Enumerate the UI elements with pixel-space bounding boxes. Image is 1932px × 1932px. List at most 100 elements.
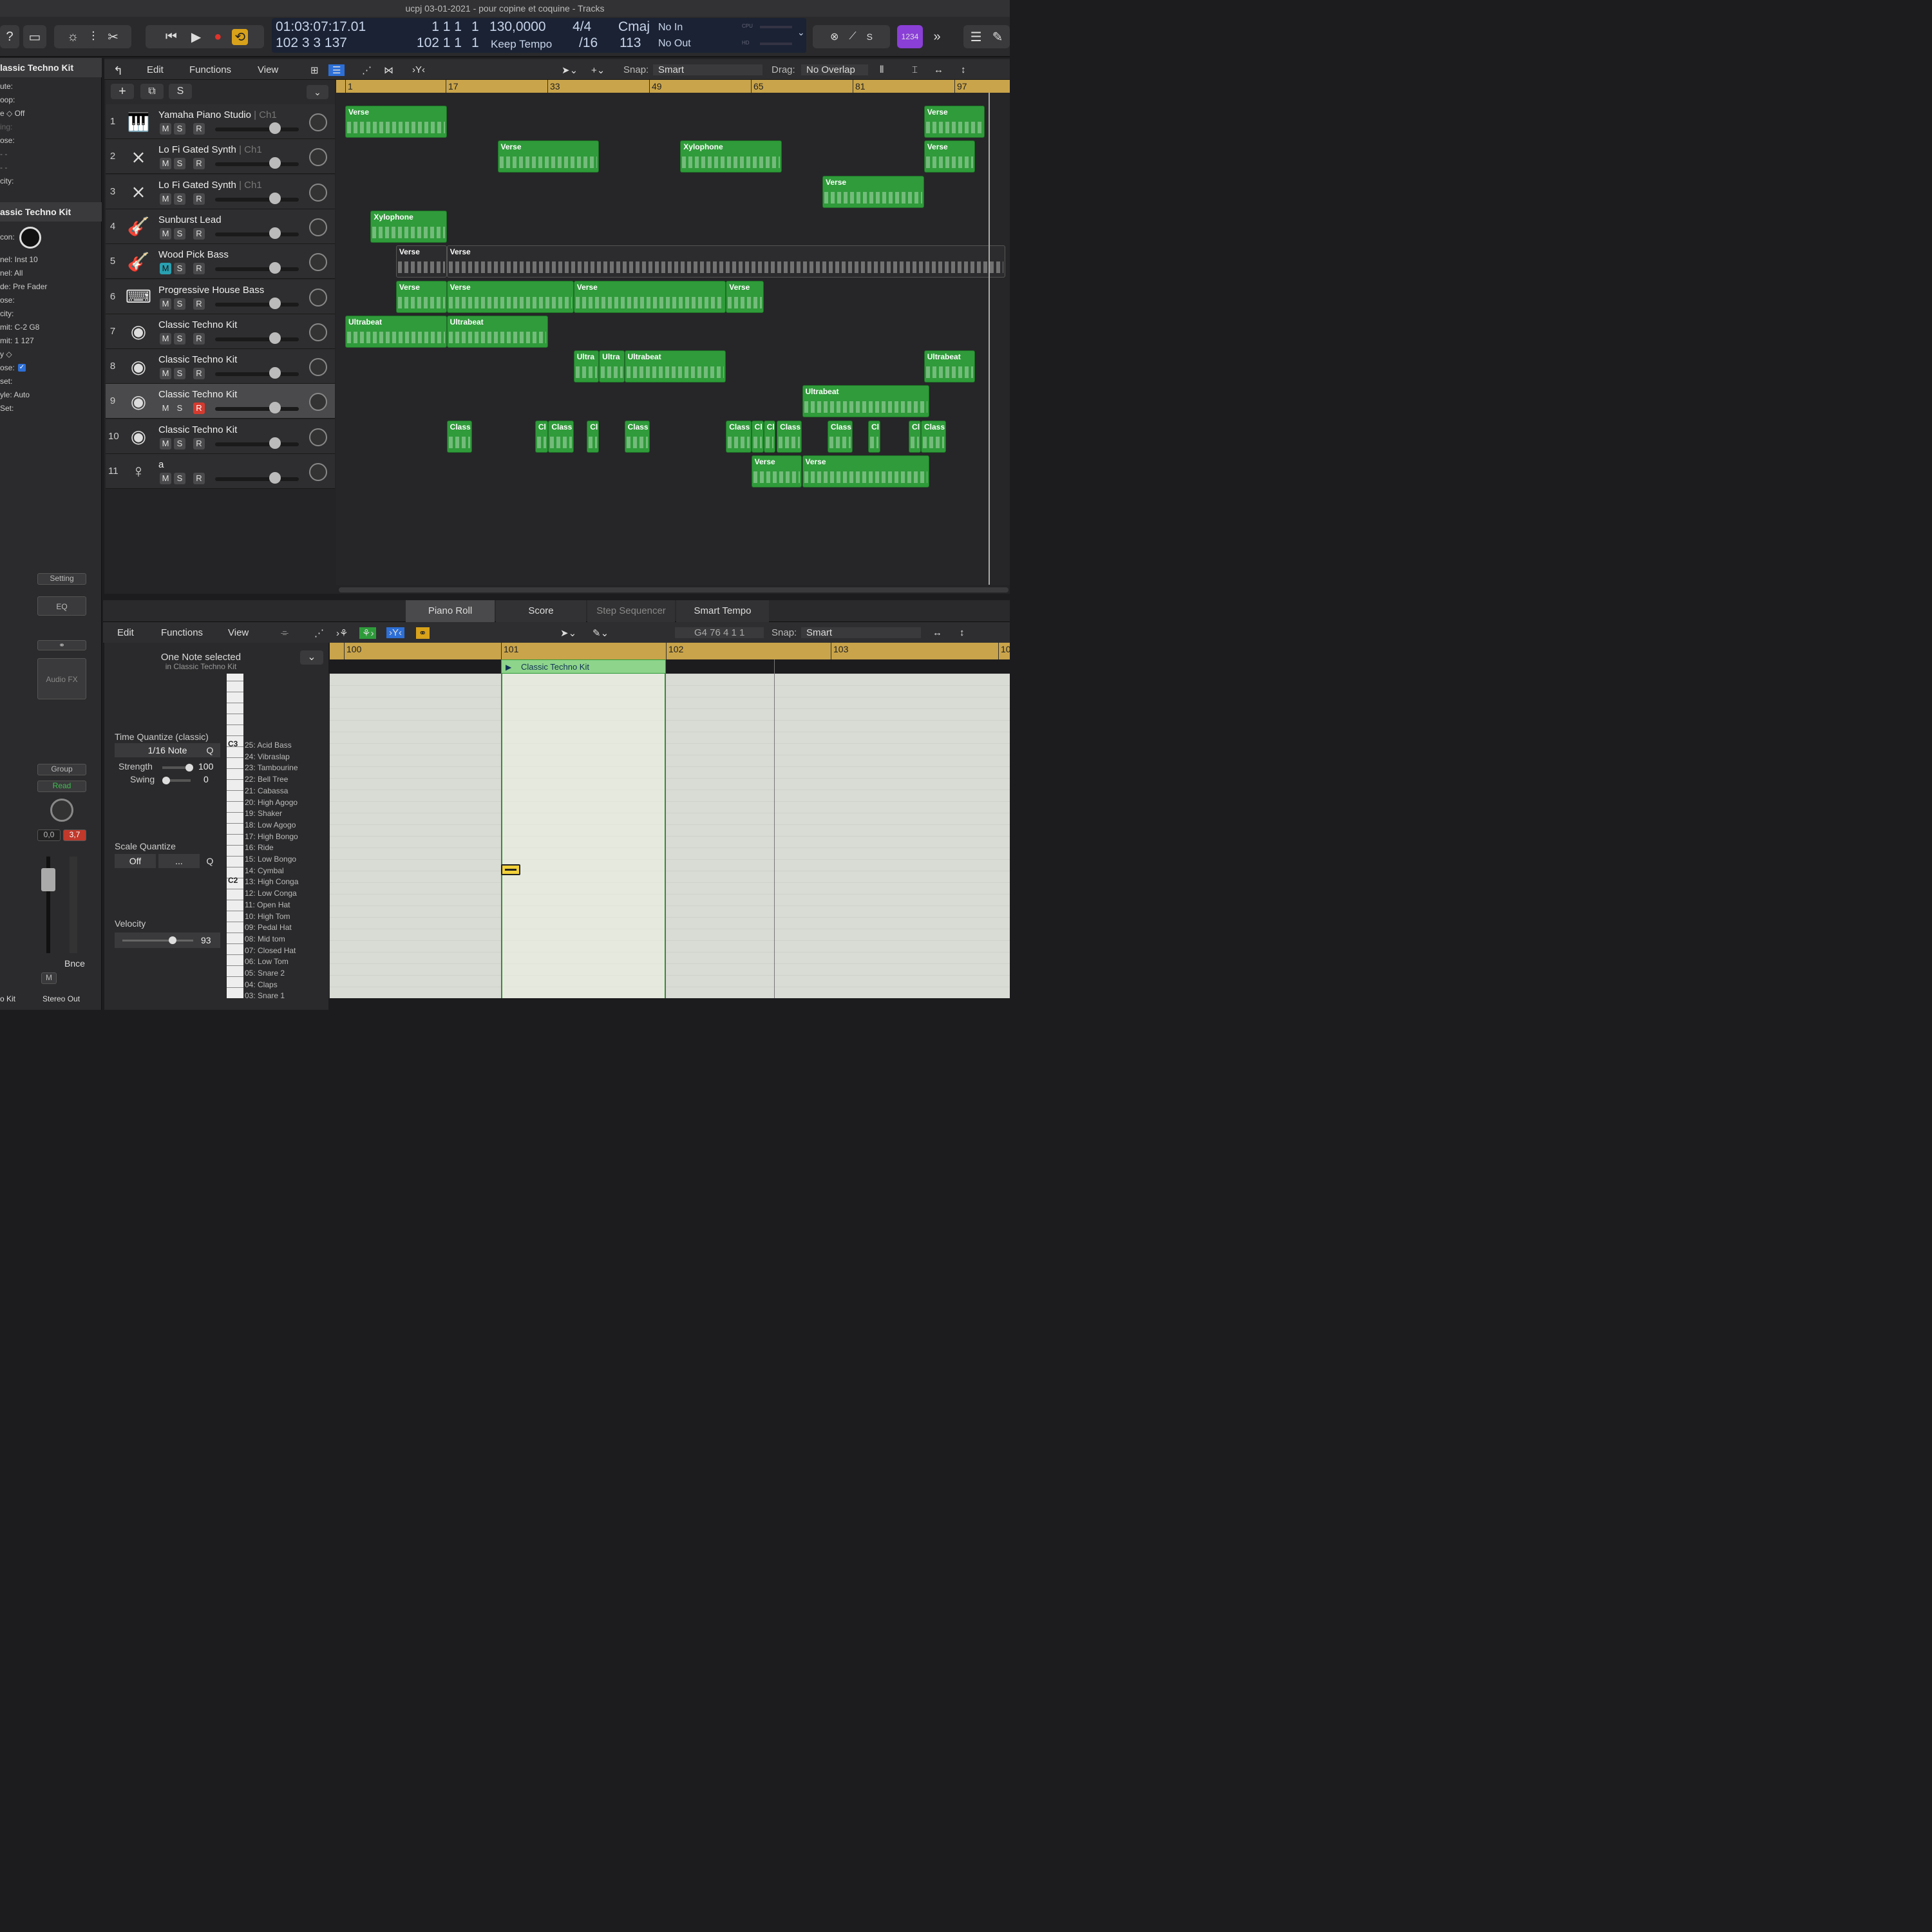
track-name[interactable]: Classic Techno Kit	[158, 389, 237, 400]
inspector-row-transpose[interactable]: ose:	[0, 134, 102, 147]
arrange-area[interactable]: Verse Verse Verse Xylophone Verse Verse Xyloph…	[336, 93, 1010, 585]
drum-machine-icon[interactable]: ◉	[126, 424, 151, 449]
mute-button[interactable]: M	[160, 437, 171, 450]
inspector-row-velocity2[interactable]: city:	[0, 307, 102, 320]
track-header-6[interactable]: 6 ⌨ Progressive House Bass M S R	[106, 279, 335, 314]
drum-name[interactable]: 21: Cabassa	[245, 786, 288, 795]
pan-knob[interactable]	[309, 218, 327, 236]
volume-slider-handle[interactable]	[269, 227, 281, 239]
inspector-row-mute[interactable]: ute:	[0, 80, 102, 93]
volume-slider[interactable]	[215, 302, 299, 307]
grid-view-icon[interactable]: ⊞	[310, 64, 319, 76]
region-class[interactable]: Class	[726, 420, 752, 453]
eq-button[interactable]: EQ	[37, 596, 86, 616]
volume-slider-handle[interactable]	[269, 122, 281, 134]
volume-slider-handle[interactable]	[269, 437, 281, 449]
add-track-icon[interactable]: +	[111, 84, 134, 99]
keyboard-stand-icon[interactable]: ⨯	[126, 144, 151, 169]
inspector-row-no-transpose[interactable]: ose:	[0, 361, 102, 374]
pr-vertical-zoom-icon[interactable]: ↕	[960, 627, 965, 638]
cycle-icon[interactable]: ⟲	[232, 28, 249, 45]
track-header-4[interactable]: 4 🎸 Sunburst Lead M S R	[106, 209, 335, 244]
drum-name[interactable]: 12: Low Conga	[245, 889, 297, 898]
pan-knob[interactable]	[309, 393, 327, 412]
track-name[interactable]: Lo Fi Gated Synth | Ch1	[158, 144, 262, 155]
track-header-8[interactable]: 8 ◉ Classic Techno Kit M S R	[106, 349, 335, 384]
volume-slider-handle[interactable]	[269, 297, 281, 309]
link-region-icon[interactable]: ⚭	[416, 627, 430, 639]
mute-button[interactable]: M	[160, 123, 171, 135]
mute-button[interactable]: M	[160, 473, 171, 484]
volume-slider-handle[interactable]	[269, 262, 281, 274]
marquee-tool-icon[interactable]: +⌄	[591, 64, 605, 76]
track-name[interactable]: Progressive House Bass	[158, 285, 264, 296]
region-class[interactable]: Class	[920, 420, 947, 453]
drum-name[interactable]: 11: Open Hat	[245, 900, 290, 909]
note-pad-icon[interactable]: ✎	[992, 29, 1003, 45]
track-name[interactable]: Yamaha Piano Studio | Ch1	[158, 109, 277, 120]
region-area[interactable]	[501, 674, 666, 998]
rewind-icon[interactable]: ⏮	[166, 30, 177, 44]
track-name[interactable]: Sunburst Lead	[158, 214, 222, 225]
region-xylophone[interactable]: Xylophone	[370, 210, 447, 243]
mute-button[interactable]: M	[41, 972, 57, 984]
solo-button[interactable]: S	[174, 158, 185, 170]
synth-icon[interactable]: ⌨	[126, 285, 151, 309]
region-ultrabeat[interactable]: Ultrabeat	[923, 350, 975, 383]
midi-out-icon[interactable]: ⚘›	[359, 627, 377, 639]
keyboard-keys[interactable]	[227, 674, 243, 998]
inspector-row-freeze-mode[interactable]: de: Pre Fader	[0, 280, 102, 293]
horizontal-scrollbar[interactable]	[339, 587, 1009, 592]
region-play-icon[interactable]: ▶	[506, 660, 511, 674]
drum-name[interactable]: 24: Vibraslap	[245, 752, 290, 761]
scale-quantize-q-button[interactable]: Q	[201, 854, 219, 868]
record-enable-button[interactable]: R	[193, 437, 205, 450]
drum-name[interactable]: 13: High Conga	[245, 877, 298, 886]
pan-knob[interactable]	[309, 113, 327, 131]
inspector-row-style[interactable]: yle: Auto	[0, 388, 102, 401]
region-ultrabeat[interactable]: Ultrabeat	[345, 315, 447, 348]
drum-name[interactable]: 14: Cymbal	[245, 866, 284, 875]
pan-knob[interactable]	[309, 428, 327, 446]
region-inspector-title[interactable]: lassic Techno Kit	[0, 58, 102, 77]
vertical-zoom-icon[interactable]: ↕	[961, 64, 966, 75]
solo-button[interactable]: S	[174, 298, 185, 310]
tab-score[interactable]: Score	[496, 600, 586, 622]
checkbox-checked-icon[interactable]: ✓	[18, 364, 26, 372]
drum-name[interactable]: 22: Bell Tree	[245, 775, 288, 784]
track-name[interactable]: Classic Techno Kit	[158, 354, 237, 365]
global-solo-icon[interactable]: S	[169, 84, 192, 99]
solo-button[interactable]: S	[174, 227, 185, 240]
record-enable-button[interactable]: R	[193, 263, 205, 275]
inbox-button[interactable]: ▭	[23, 25, 46, 48]
track-inspector-title[interactable]: assic Techno Kit	[0, 202, 102, 222]
inspector-row-quantize[interactable]: e ◇ Off	[0, 107, 102, 120]
track-header-2[interactable]: 2 ⨯ Lo Fi Gated Synth | Ch1 M S R	[106, 139, 335, 175]
drum-name[interactable]: 08: Mid tom	[245, 934, 285, 943]
group-button[interactable]: Group	[37, 764, 86, 775]
volume-slider[interactable]	[215, 337, 299, 341]
track-name[interactable]: a	[158, 459, 164, 470]
inspector-row-transpose2[interactable]: ose:	[0, 294, 102, 307]
lcd-display[interactable]: 01:03:07:17.01 102 3 3 137 1 1 1 1 102 1…	[272, 18, 806, 53]
pan-knob[interactable]	[309, 463, 327, 481]
list-view-icon[interactable]: ☰	[328, 64, 345, 76]
region-cl[interactable]: Cl	[867, 420, 880, 453]
record-enable-button[interactable]: R	[193, 227, 205, 240]
volume-slider[interactable]	[215, 267, 299, 272]
track-header-3[interactable]: 3 ⨯ Lo Fi Gated Synth | Ch1 M S R	[106, 174, 335, 209]
drum-name[interactable]: 20: High Agogo	[245, 798, 298, 807]
mute-button[interactable]: M	[160, 158, 171, 170]
record-enable-button[interactable]: R	[193, 473, 205, 484]
pan-knob[interactable]	[50, 799, 73, 822]
region-xylophone[interactable]: Xylophone	[680, 140, 782, 173]
region-verse[interactable]: Verse	[923, 140, 975, 173]
drum-machine-icon[interactable]: ◉	[126, 319, 151, 344]
inspector-row-midi-channel[interactable]: nel: All	[0, 267, 102, 279]
volume-slider-handle[interactable]	[269, 157, 281, 169]
track-header-10[interactable]: 10 ◉ Classic Techno Kit M S R	[106, 419, 335, 454]
velocity-slider[interactable]	[122, 940, 193, 942]
drum-keyboard[interactable]: C3 C2 25: Acid Bass 24: Vibraslap 23: Tamb…	[227, 674, 330, 998]
mute-button[interactable]: M	[160, 402, 171, 415]
piano-roll-ruler[interactable]: 100 101 102 103 10	[330, 643, 1011, 659]
